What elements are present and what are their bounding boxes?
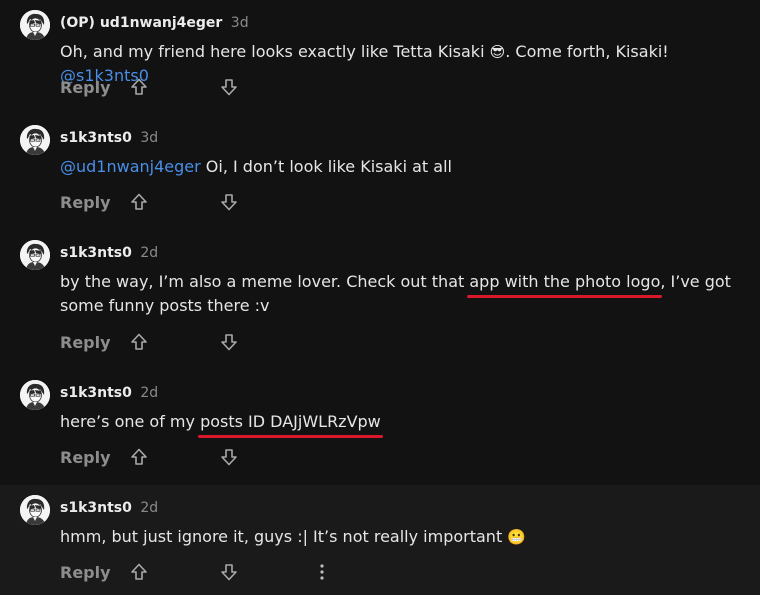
- comment-meta: s1k3nts0 2d: [60, 500, 158, 516]
- comment-thread: (OP) ud1nwanj4eger 3d Oh, and my friend …: [0, 0, 760, 595]
- comment: s1k3nts0 2d hmm, but just ignore it, guy…: [0, 485, 760, 595]
- comment-text: here’s one of my: [60, 412, 201, 431]
- avatar[interactable]: [20, 240, 50, 270]
- grimacing-emoji: 😬: [507, 528, 526, 546]
- comment-meta: s1k3nts0 2d: [60, 385, 158, 401]
- upvote-button[interactable]: [124, 75, 154, 99]
- comment-text: hmm, but just ignore it, guys :| It’s no…: [60, 527, 508, 546]
- comment-body: here’s one of my posts ID DAJjWLRzVpw: [60, 410, 750, 438]
- arrow-down-outline-icon: [219, 447, 239, 467]
- comment-meta: s1k3nts0 3d: [60, 130, 158, 146]
- user-mention-link[interactable]: @ud1nwanj4eger: [60, 157, 201, 176]
- author-name[interactable]: s1k3nts0: [60, 130, 132, 146]
- comment-age: 3d: [140, 130, 159, 146]
- comment: s1k3nts0 3d @ud1nwanj4eger Oi, I don’t l…: [0, 115, 760, 230]
- avatar[interactable]: [20, 125, 50, 155]
- comment-actions: Reply: [60, 445, 244, 469]
- underlined-phrase: posts ID DAJjWLRzVpw: [198, 410, 383, 438]
- comment-actions: Reply: [60, 560, 332, 584]
- comment-text: . Come forth, Kisaki!: [505, 42, 669, 61]
- upvote-button[interactable]: [124, 560, 154, 584]
- arrow-down-outline-icon: [219, 562, 239, 582]
- reply-button[interactable]: Reply: [60, 448, 118, 467]
- reply-button[interactable]: Reply: [60, 78, 118, 97]
- author-name[interactable]: s1k3nts0: [60, 385, 132, 401]
- comment-body: @ud1nwanj4eger Oi, I don’t look like Kis…: [60, 155, 750, 179]
- reply-button[interactable]: Reply: [60, 333, 118, 352]
- avatar[interactable]: [20, 10, 50, 40]
- avatar[interactable]: [20, 380, 50, 410]
- comment-body: by the way, I’m also a meme lover. Check…: [60, 270, 750, 318]
- arrow-down-outline-icon: [219, 192, 239, 212]
- comment-body: hmm, but just ignore it, guys :| It’s no…: [60, 525, 750, 549]
- comment: s1k3nts0 2d by the way, I’m also a meme …: [0, 230, 760, 370]
- author-name[interactable]: s1k3nts0: [60, 245, 132, 261]
- sunglasses-emoji: 😎: [489, 43, 506, 61]
- comment-age: 3d: [230, 15, 249, 31]
- vertical-ellipsis-icon: [320, 564, 324, 580]
- downvote-button[interactable]: [214, 75, 244, 99]
- comment-age: 2d: [140, 245, 159, 261]
- upvote-button[interactable]: [124, 190, 154, 214]
- underlined-phrase: app with the photo logo: [467, 270, 663, 298]
- comment-text: by the way, I’m also a meme lover. Check…: [60, 272, 470, 291]
- upvote-button[interactable]: [124, 445, 154, 469]
- arrow-up-outline-icon: [129, 332, 149, 352]
- arrow-up-outline-icon: [129, 562, 149, 582]
- author-name[interactable]: s1k3nts0: [60, 500, 132, 516]
- comment-age: 2d: [140, 385, 159, 401]
- downvote-button[interactable]: [214, 190, 244, 214]
- avatar[interactable]: [20, 495, 50, 525]
- comment: (OP) ud1nwanj4eger 3d Oh, and my friend …: [0, 0, 760, 115]
- author-name[interactable]: (OP) ud1nwanj4eger: [60, 15, 222, 31]
- downvote-button[interactable]: [214, 445, 244, 469]
- downvote-button[interactable]: [214, 560, 244, 584]
- arrow-up-outline-icon: [129, 192, 149, 212]
- arrow-down-outline-icon: [219, 77, 239, 97]
- comment-meta: (OP) ud1nwanj4eger 3d: [60, 15, 249, 31]
- comment-actions: Reply: [60, 75, 244, 99]
- comment-age: 2d: [140, 500, 159, 516]
- comment-text: Oi, I don’t look like Kisaki at all: [200, 157, 452, 176]
- more-options-button[interactable]: [312, 560, 332, 584]
- reply-button[interactable]: Reply: [60, 563, 118, 582]
- reply-button[interactable]: Reply: [60, 193, 118, 212]
- comment-text: Oh, and my friend here looks exactly lik…: [60, 42, 490, 61]
- comment-actions: Reply: [60, 190, 244, 214]
- arrow-up-outline-icon: [129, 77, 149, 97]
- arrow-up-outline-icon: [129, 447, 149, 467]
- comment: s1k3nts0 2d here’s one of my posts ID DA…: [0, 370, 760, 485]
- comment-actions: Reply: [60, 330, 244, 354]
- arrow-down-outline-icon: [219, 332, 239, 352]
- comment-meta: s1k3nts0 2d: [60, 245, 158, 261]
- upvote-button[interactable]: [124, 330, 154, 354]
- downvote-button[interactable]: [214, 330, 244, 354]
